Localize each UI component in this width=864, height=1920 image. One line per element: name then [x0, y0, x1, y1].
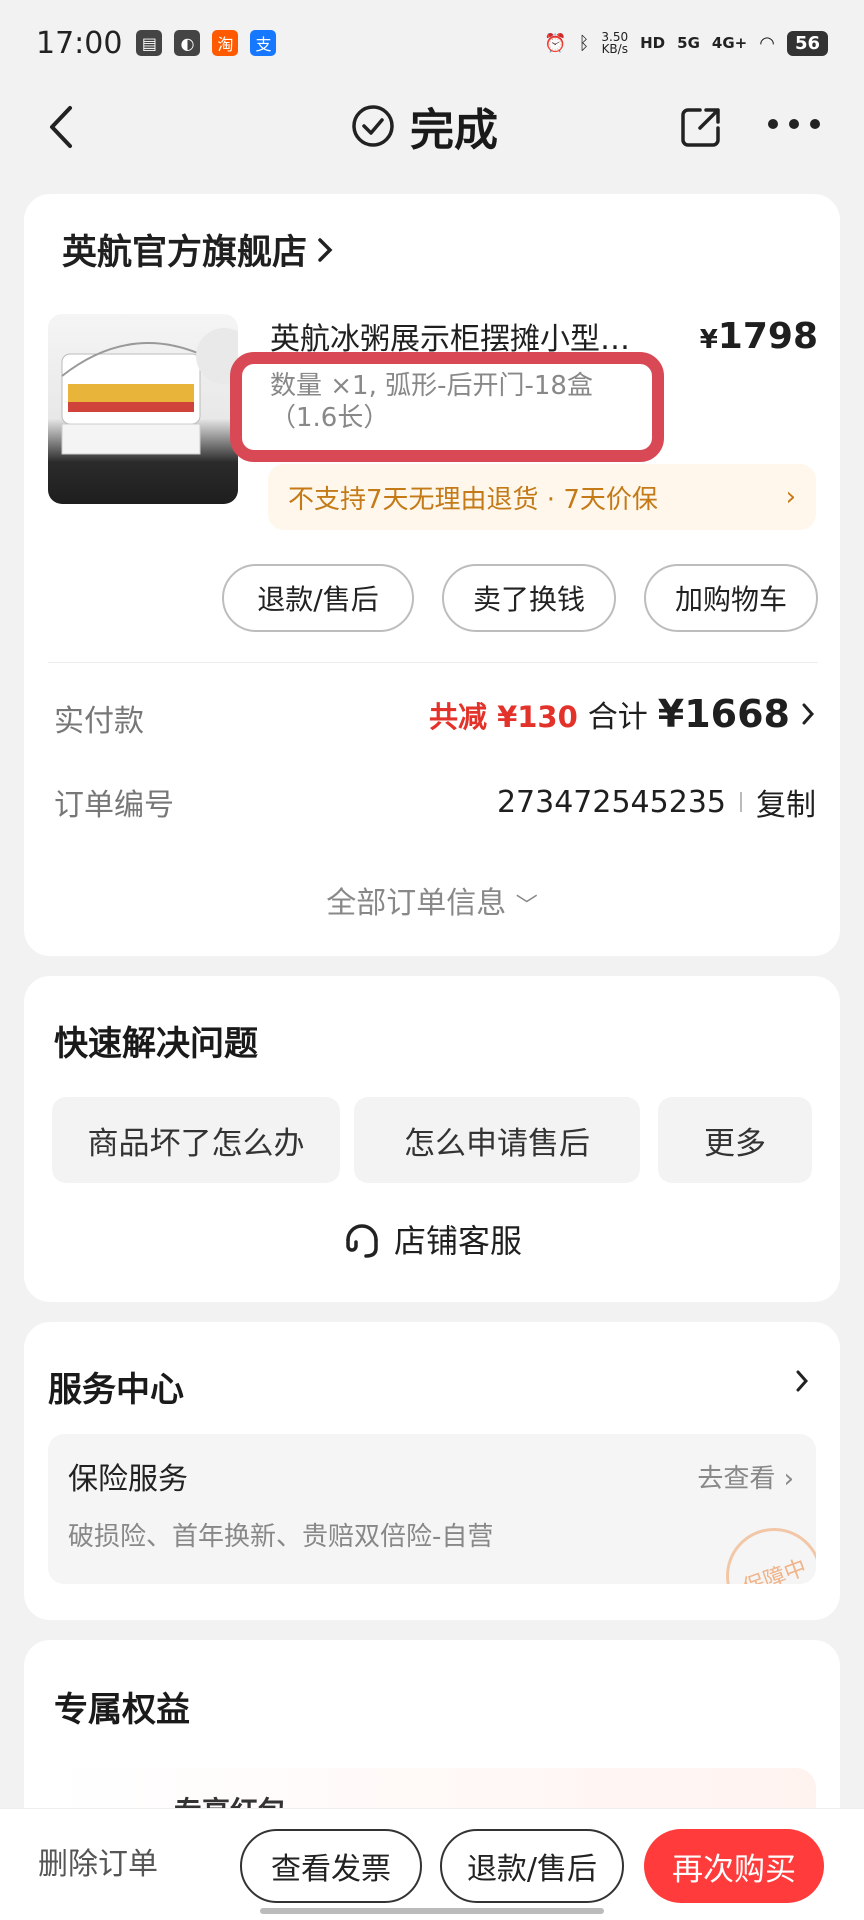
copy-button[interactable]: 复制	[756, 780, 816, 824]
product-price: ¥1798	[700, 316, 818, 357]
discount-amount: 共减 ¥130	[428, 700, 578, 734]
insurance-description: 破损险、首年换新、贵赔双倍险-自营	[68, 1522, 494, 1552]
signal-4g: 4G+	[711, 34, 748, 52]
quick-solve-card: 快速解决问题 商品坏了怎么办 怎么申请售后 更多 店铺客服	[24, 976, 840, 1302]
product-photo-illustration	[61, 328, 238, 455]
leaf-icon: ◐	[174, 30, 201, 56]
status-time: 17:00	[36, 25, 123, 61]
share-icon[interactable]	[678, 104, 724, 150]
chevron-right-icon[interactable]	[794, 1368, 810, 1394]
section-title: 专属权益	[54, 1690, 190, 1730]
order-card: 英航官方旗舰店 英航冰粥展示柜摆摊小型… ¥1798 数量 ×1, 弧形-后开门…	[24, 194, 840, 956]
wifi-icon: ◠	[759, 32, 775, 54]
service-center-card: 服务中心 保险服务 去查看 › 破损险、首年换新、贵赔双倍险-自营 保障中	[24, 1322, 840, 1620]
insurance-view-label: 去查看	[697, 1464, 776, 1494]
order-number-row: 273472545235 复制	[497, 780, 816, 824]
hd-badge: HD	[640, 34, 666, 52]
chevron-right-icon	[802, 703, 815, 725]
alipay-icon: 支	[250, 30, 277, 56]
product-image[interactable]	[48, 314, 238, 504]
net-speed-unit: KB/s	[601, 42, 628, 56]
return-policy-text: 不支持7天无理由退货 · 7天价保	[288, 484, 658, 515]
customer-service-button[interactable]: 店铺客服	[24, 1216, 840, 1262]
section-title[interactable]: 服务中心	[48, 1362, 184, 1411]
price-symbol: ¥	[699, 325, 718, 355]
buy-again-button[interactable]: 再次购买	[644, 1829, 824, 1903]
net-speed: 3.50 KB/s	[601, 31, 628, 55]
page-title: 完成	[350, 94, 498, 158]
insurance-view-link[interactable]: 去查看 ›	[697, 1458, 794, 1495]
delete-order-button[interactable]: 删除订单	[38, 1839, 158, 1883]
paid-label: 实付款	[54, 704, 144, 739]
total-label: 合计	[587, 700, 648, 735]
check-circle-icon	[352, 105, 394, 147]
refund-aftersale-button[interactable]: 退款/售后	[440, 1829, 624, 1903]
alarm-icon: ⏰	[544, 32, 567, 54]
back-arrow-icon[interactable]	[42, 102, 82, 152]
page-title-text: 完成	[410, 105, 498, 156]
database-icon: ▤	[136, 30, 163, 56]
bottom-action-bar: 删除订单 查看发票 退款/售后 再次购买	[0, 1808, 864, 1920]
separator	[740, 792, 742, 812]
store-name: 英航官方旗舰店	[62, 233, 308, 273]
all-order-info-toggle[interactable]: 全部订单信息 ﹀	[24, 878, 840, 922]
annotation-highlight-box	[230, 352, 664, 462]
more-options-icon[interactable]	[766, 114, 822, 134]
price-value: 1798	[717, 316, 818, 357]
home-indicator[interactable]	[260, 1908, 604, 1914]
all-order-info-label: 全部订单信息	[326, 886, 507, 921]
headset-icon	[346, 1224, 378, 1258]
taobao-icon: 淘	[212, 30, 239, 56]
divider	[48, 662, 818, 663]
customer-service-label: 店铺客服	[393, 1222, 522, 1260]
refund-aftersale-button[interactable]: 退款/售后	[222, 564, 414, 632]
add-to-cart-button[interactable]: 加购物车	[644, 564, 818, 632]
paid-summary[interactable]: 共减 ¥130 合计 ¥1668	[429, 692, 816, 736]
chevron-right-icon: ›	[785, 482, 796, 512]
view-invoice-button[interactable]: 查看发票	[240, 1829, 422, 1903]
section-title: 快速解决问题	[54, 1024, 258, 1064]
protection-stamp: 保障中	[712, 1514, 816, 1584]
chip-apply-aftersale[interactable]: 怎么申请售后	[354, 1097, 640, 1183]
signal-5g: 5G	[677, 34, 700, 52]
insurance-service-panel[interactable]: 保险服务 去查看 › 破损险、首年换新、贵赔双倍险-自营 保障中	[48, 1434, 816, 1584]
resell-button[interactable]: 卖了换钱	[442, 564, 616, 632]
nav-bar: 完成	[0, 86, 864, 166]
chevron-down-icon: ﹀	[515, 894, 538, 919]
store-link[interactable]: 英航官方旗舰店	[62, 224, 335, 275]
battery-level: 56	[786, 30, 828, 56]
status-right: ⏰ ᛒ 3.50 KB/s HD 5G 4G+ ◠ 56	[544, 30, 828, 56]
bluetooth-icon: ᛒ	[578, 32, 590, 54]
chip-more[interactable]: 更多	[658, 1097, 812, 1183]
total-value: ¥1668	[657, 692, 790, 736]
status-bar: 17:00 ▤ ◐ 淘 支 ⏰ ᛒ 3.50 KB/s HD 5G 4G+ ◠ 5…	[0, 0, 864, 86]
order-number: 273472545235	[496, 784, 726, 820]
chip-broken-item[interactable]: 商品坏了怎么办	[52, 1097, 340, 1183]
insurance-title: 保险服务	[68, 1462, 188, 1497]
chevron-right-icon	[318, 237, 333, 262]
order-number-label: 订单编号	[54, 788, 174, 823]
notification-icons: ▤ ◐ 淘 支	[136, 30, 277, 56]
return-policy-tag[interactable]: 不支持7天无理由退货 · 7天价保 ›	[268, 464, 816, 530]
